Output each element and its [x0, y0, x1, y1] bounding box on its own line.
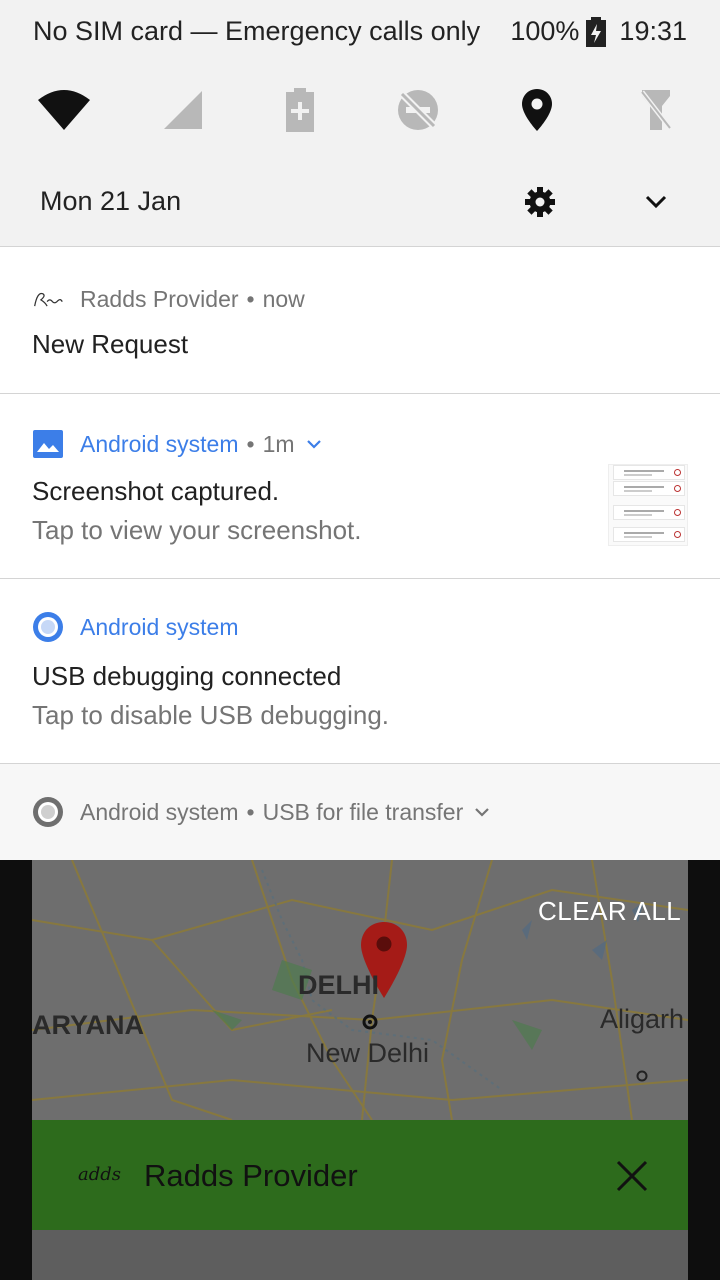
screenshot-thumbnail[interactable]: [608, 464, 688, 546]
app-title: Radds Provider: [144, 1158, 358, 1193]
app-toolbar: adds Radds Provider: [32, 1120, 688, 1230]
cell-signal-icon: [164, 91, 202, 129]
flashlight-icon: [640, 90, 672, 130]
separator-dot: •: [246, 798, 255, 825]
flashlight-tile[interactable]: [628, 82, 684, 138]
do-not-disturb-icon: [398, 90, 438, 130]
separator-dot: •: [246, 430, 255, 457]
android-system-icon: [32, 611, 64, 643]
map-label-haryana: ARYANA: [32, 1010, 145, 1040]
gear-icon: [525, 187, 555, 217]
status-right: 100% 19:31: [510, 16, 687, 47]
notification-header: Android system • USB for file transfer: [32, 796, 491, 828]
notification-detail: USB for file transfer: [262, 798, 464, 825]
notification-title: New Request: [32, 329, 189, 359]
notification-time: now: [262, 285, 305, 312]
notification-screenshot[interactable]: Android system • 1m Screenshot captured.…: [0, 393, 720, 579]
android-system-icon: [32, 796, 64, 828]
notification-header: Radds Provider • now: [32, 283, 305, 315]
settings-button[interactable]: [520, 182, 560, 222]
notification-header: Android system: [32, 611, 239, 643]
clock: 19:31: [619, 16, 687, 46]
chevron-down-icon[interactable]: [473, 803, 491, 821]
chevron-down-icon: [645, 195, 667, 209]
notification-title: USB debugging connected: [32, 661, 342, 691]
notification-radds-provider[interactable]: Radds Provider • now New Request: [0, 246, 720, 394]
clear-all-button[interactable]: CLEAR ALL: [538, 896, 681, 927]
radds-logo-icon: [32, 283, 64, 315]
notification-app-name: Android system: [80, 430, 239, 457]
expand-quick-settings-button[interactable]: [636, 182, 676, 222]
notification-shade: No SIM card — Emergency calls only 100% …: [0, 0, 720, 860]
notification-usb-file-transfer[interactable]: Android system • USB for file transfer: [0, 763, 720, 860]
notification-app-name: Android system: [80, 613, 239, 640]
background-app: DELHI ARYANA New Delhi Aligarh CLEAR ALL…: [0, 860, 720, 1280]
date-row: Mon 21 Jan: [0, 172, 720, 230]
app-logo: adds: [78, 1164, 122, 1185]
notification-title: Screenshot captured.: [32, 476, 280, 506]
map-label-aligarh: Aligarh: [600, 1004, 685, 1034]
notification-text: Tap to disable USB debugging.: [32, 700, 390, 730]
wifi-tile[interactable]: [36, 82, 92, 138]
battery-saver-tile[interactable]: [272, 82, 328, 138]
notification-header: Android system • 1m: [32, 428, 323, 460]
do-not-disturb-tile[interactable]: [390, 82, 446, 138]
battery-saver-icon: [286, 88, 314, 132]
separator-dot: •: [246, 285, 255, 312]
notification-usb-debugging[interactable]: Android system USB debugging connected T…: [0, 578, 720, 764]
battery-percent: 100%: [510, 16, 580, 46]
date-text: Mon 21 Jan: [40, 186, 182, 216]
map-label-new-delhi: New Delhi: [306, 1038, 430, 1068]
location-icon: [522, 89, 552, 131]
battery-charging-icon: [586, 16, 607, 47]
wifi-icon: [38, 90, 90, 130]
notification-app-name: Radds Provider: [80, 285, 239, 312]
notification-text: Tap to view your screenshot.: [32, 515, 362, 545]
quick-settings-row: [0, 82, 720, 142]
map-label-delhi: DELHI: [298, 970, 379, 1000]
status-bar: No SIM card — Emergency calls only 100% …: [0, 0, 720, 66]
carrier-text: No SIM card — Emergency calls only: [33, 16, 481, 46]
location-tile[interactable]: [509, 82, 565, 138]
cell-signal-tile[interactable]: [155, 82, 211, 138]
chevron-down-icon[interactable]: [305, 435, 323, 453]
close-icon[interactable]: [612, 1156, 652, 1196]
notification-app-name: Android system: [80, 798, 239, 825]
notification-time: 1m: [262, 430, 295, 457]
image-icon: [32, 428, 64, 460]
map-view-lower: [32, 1230, 688, 1280]
